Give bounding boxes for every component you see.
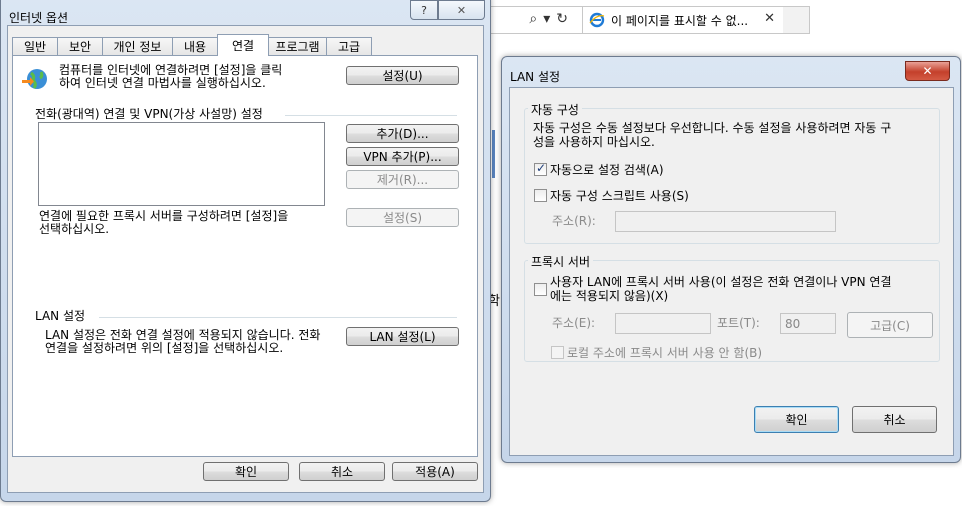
remove-button[interactable]: 제거(R)... [346, 170, 459, 189]
lan-ok-button[interactable]: 확인 [754, 406, 839, 433]
tab-programs[interactable]: 프로그램 [268, 37, 327, 55]
connections-panel: 컴퓨터를 인터넷에 연결하려면 [설정]을 클릭 하여 인터넷 연결 마법사를 … [12, 55, 478, 457]
auto-config-desc-line2: 성을 사용하지 마십시오. [533, 135, 655, 149]
browser-scroll-mark [492, 130, 495, 178]
auto-config-desc-line1: 자동 구성은 수동 설정보다 우선합니다. 수동 설정을 사용하려면 자동 구 [533, 121, 892, 135]
address-bar[interactable]: ⌕▾↻ [490, 6, 583, 34]
tab-privacy[interactable]: 개인 정보 [102, 37, 173, 55]
tab-security[interactable]: 보안 [57, 37, 103, 55]
use-proxy-label-line1: 사용자 LAN에 프록시 서버 사용(이 설정은 전화 연결이나 VPN 연결 [550, 275, 892, 289]
dialup-settings-button[interactable]: 설정(S) [346, 208, 459, 227]
proxy-server-group: 프록시 서버 사용자 LAN에 프록시 서버 사용(이 설정은 전화 연결이나 … [524, 253, 940, 362]
close-icon: ✕ [922, 64, 933, 78]
auto-script-label: 자동 구성 스크립트 사용(S) [550, 189, 689, 203]
auto-config-label: 자동 구성 [528, 101, 582, 118]
ie-icon [589, 12, 605, 28]
script-address-label: 주소(R): [552, 214, 596, 228]
lan-window-title: LAN 설정 [510, 70, 561, 84]
bypass-local-label: 로컬 주소에 프록시 서버 사용 안 함(B) [567, 346, 763, 360]
bypass-local-checkbox[interactable] [551, 346, 564, 359]
use-proxy-label-line2: 에는 적용되지 않음)(X) [550, 289, 669, 303]
apply-button[interactable]: 적용(A) [392, 462, 478, 481]
tab-advanced[interactable]: 고급 [326, 37, 372, 55]
dialup-divider [285, 115, 457, 116]
add-button[interactable]: 추가(D)... [346, 124, 459, 143]
lan-client: 자동 구성 자동 구성은 수동 설정보다 우선합니다. 수동 설정을 사용하려면… [509, 87, 954, 456]
proxy-address-input[interactable] [615, 313, 711, 334]
lan-cancel-button[interactable]: 취소 [852, 406, 937, 433]
script-address-input[interactable] [615, 211, 836, 232]
browser-toolbar: ⌕▾↻ 이 페이지를 표시할 수 없... ✕ [490, 0, 962, 38]
internet-options-window: 인터넷 옵션 ? ✕ 일반 보안 개인 정보 내용 연결 프로그램 고급 컴퓨터… [0, 0, 491, 502]
ok-button[interactable]: 확인 [203, 462, 289, 481]
port-input[interactable]: 80 [780, 313, 836, 334]
use-proxy-checkbox[interactable] [534, 283, 547, 296]
auto-config-group: 자동 구성 자동 구성은 수동 설정보다 우선합니다. 수동 설정을 사용하려면… [524, 101, 940, 244]
lan-settings-button[interactable]: LAN 설정(L) [346, 327, 459, 346]
dialup-section-header: 전화(광대역) 연결 및 VPN(가상 사설망) 설정 [35, 107, 263, 121]
proxy-address-label: 주소(E): [552, 316, 596, 330]
auto-script-checkbox[interactable] [534, 189, 547, 202]
tab-content[interactable]: 내용 [172, 37, 218, 55]
tab-general[interactable]: 일반 [12, 37, 58, 55]
browser-tab[interactable]: 이 페이지를 표시할 수 없... ✕ [582, 6, 784, 34]
network-globe-icon [22, 69, 47, 89]
help-icon: ? [421, 3, 427, 17]
close-icon: ✕ [456, 3, 467, 17]
check-icon: ✓ [536, 161, 547, 175]
port-label: 포트(T): [717, 316, 760, 330]
setup-text-line2: 하여 인터넷 연결 마법사를 실행하십시오. [59, 76, 266, 90]
lan-section-header: LAN 설정 [35, 309, 86, 323]
help-button[interactable]: ? [410, 0, 438, 20]
dialog-client: 일반 보안 개인 정보 내용 연결 프로그램 고급 컴퓨터를 인터넷에 연결하려… [7, 25, 484, 493]
search-refresh-icons[interactable]: ⌕▾↻ [529, 11, 574, 27]
lan-settings-window: LAN 설정 ✕ 자동 구성 자동 구성은 수동 설정보다 우선합니다. 수동 … [501, 56, 961, 463]
cancel-button[interactable]: 취소 [299, 462, 385, 481]
window-title: 인터넷 옵션 [9, 11, 69, 25]
auto-detect-label: 자동으로 설정 검색(A) [550, 163, 664, 177]
tab-connections[interactable]: 연결 [217, 34, 269, 56]
tab-close-icon[interactable]: ✕ [764, 11, 775, 26]
advanced-button[interactable]: 고급(C) [847, 312, 933, 338]
auto-detect-checkbox[interactable]: ✓ [534, 161, 547, 176]
proxy-server-label: 프록시 서버 [528, 253, 594, 270]
setup-button[interactable]: 설정(U) [346, 66, 459, 85]
connections-listbox[interactable] [38, 122, 325, 206]
lan-close-button[interactable]: ✕ [905, 61, 950, 81]
new-tab-button[interactable] [783, 6, 810, 34]
lan-text-line2: 연결을 설정하려면 위의 [설정]을 선택하십시오. [45, 341, 284, 355]
proxy-text-line2: 선택하십시오. [39, 222, 110, 236]
browser-tab-title: 이 페이지를 표시할 수 없... [611, 13, 749, 28]
add-vpn-button[interactable]: VPN 추가(P)... [346, 147, 459, 166]
lan-divider [99, 317, 457, 318]
close-button[interactable]: ✕ [438, 0, 485, 20]
